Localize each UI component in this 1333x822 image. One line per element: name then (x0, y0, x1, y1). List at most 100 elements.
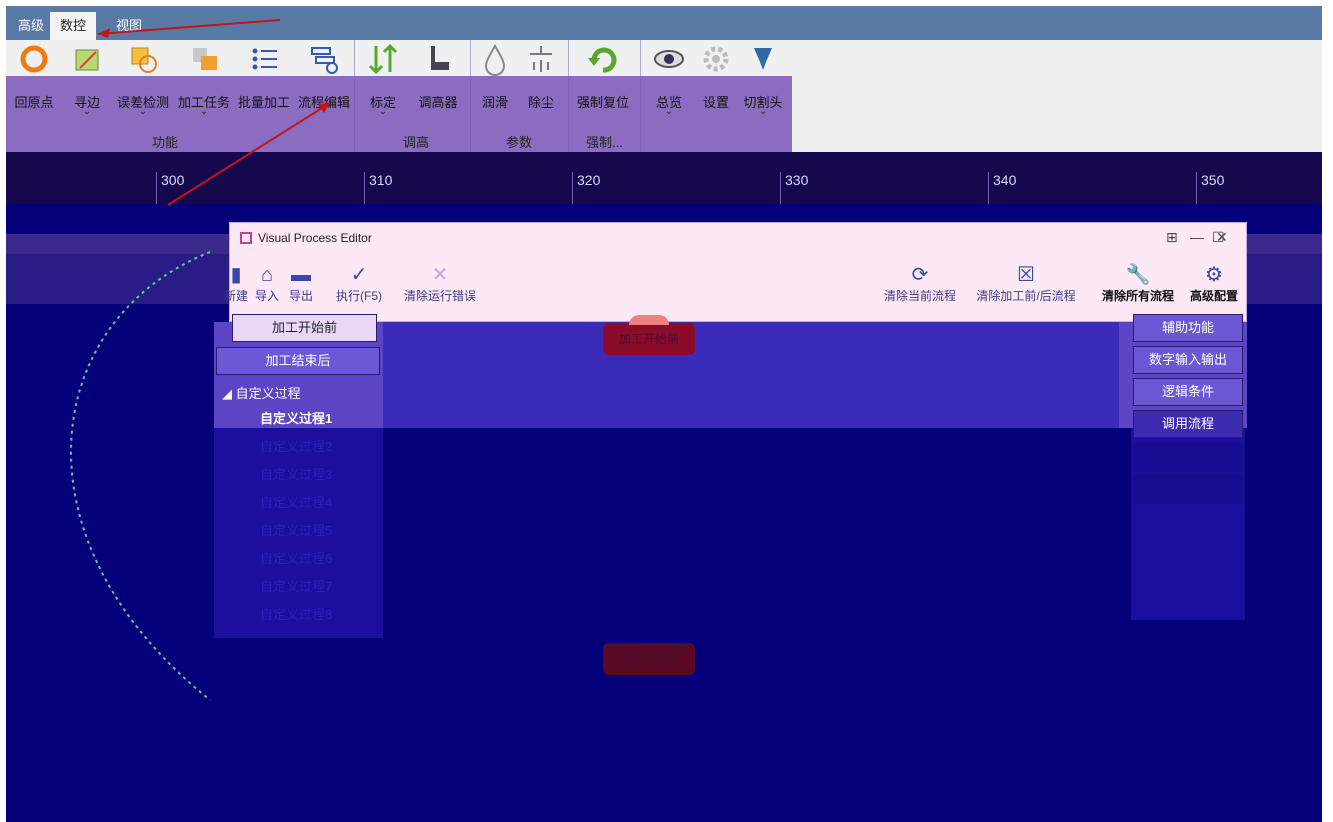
gear-icon (699, 42, 733, 76)
eye-icon (652, 42, 686, 76)
list-item[interactable]: 自定义过程4 (260, 492, 332, 511)
home-label: 回原点 (14, 95, 54, 110)
new-button[interactable]: ▮ 新建 (218, 263, 254, 304)
check-circle-icon: ✓ (350, 264, 368, 286)
list-item[interactable]: 自定义过程7 (260, 576, 332, 595)
delete-box-icon: ☒ (1017, 264, 1035, 286)
refresh-icon: ⟳ (911, 264, 929, 286)
group-label-height: 调高 (403, 135, 430, 150)
clear-pre-post-flow-label: 清除加工前/后流程 (976, 289, 1076, 303)
cutting-head-button[interactable]: 切割头 ⌄ (738, 42, 788, 122)
overview-button[interactable]: 总览 ⌄ (644, 42, 694, 122)
advanced-config-button[interactable]: ⚙ 高级配置 (1182, 263, 1246, 304)
height-adjuster-button[interactable]: 调高器 (408, 42, 468, 122)
aux-function-button[interactable]: 辅助功能 (1133, 314, 1243, 342)
window-title-text: Visual Process Editor (258, 231, 372, 245)
lubricate-icon (478, 42, 512, 76)
app-icon (240, 232, 252, 244)
list-item[interactable]: 自定义过程5 (260, 520, 332, 539)
batch-label: 批量加工 (237, 95, 290, 110)
import-button[interactable]: ⌂ 导入 (250, 263, 284, 304)
wrench-icon: 🔧 (1125, 264, 1151, 286)
ruler-tick: 350 (1196, 172, 1224, 204)
close-icon[interactable]: ✕ (1216, 229, 1228, 246)
error-detect-button[interactable]: 误差检测 ⌄ (112, 42, 174, 122)
task-button[interactable]: 加工任务 ⌄ (174, 42, 234, 122)
new-file-icon: ▮ (230, 264, 242, 286)
digital-io-button[interactable]: 数字输入输出 (1133, 346, 1243, 374)
group-divider (354, 40, 355, 152)
run-button[interactable]: ✓ 执行(F5) (328, 263, 390, 304)
list-item[interactable]: 自定义过程6 (260, 548, 332, 567)
group-label-params: 参数 (506, 135, 533, 150)
chevron-down-icon: ⌄ (199, 106, 209, 117)
dust-remove-icon (524, 42, 558, 76)
flow-edit-label: 流程编辑 (297, 95, 350, 110)
tab-advanced[interactable]: 高级 (8, 12, 54, 40)
settings-button[interactable]: 设置 (694, 42, 738, 122)
group-divider (640, 40, 641, 152)
clear-errors-label: 清除运行错误 (403, 289, 476, 303)
archive-icon: ▬ (291, 264, 311, 286)
list-item[interactable]: 自定义过程2 (260, 436, 332, 455)
flow-edit-button[interactable]: 流程编辑 (294, 42, 354, 122)
dust-remove-button[interactable]: 除尘 (518, 42, 564, 122)
cutting-head-icon (746, 42, 780, 76)
ruler-tick: 300 (156, 172, 184, 204)
clear-all-flows-button[interactable]: 🔧 清除所有流程 (1094, 263, 1182, 304)
ruler-tick: 310 (364, 172, 392, 204)
home-button[interactable]: 回原点 (6, 42, 62, 122)
calibrate-button[interactable]: 标定 ⌄ (358, 42, 408, 122)
clear-all-flows-label: 清除所有流程 (1101, 289, 1174, 303)
flow-editor-area[interactable] (383, 322, 1119, 428)
gears-icon: ⚙ (1205, 264, 1223, 286)
post-process-button[interactable]: 加工结束后 (216, 347, 380, 375)
clear-pre-post-flow-button[interactable]: ☒ 清除加工前/后流程 (970, 263, 1082, 304)
clear-errors-button[interactable]: ✕ 清除运行错误 (398, 263, 482, 304)
home-circle-icon (17, 42, 51, 76)
custom-process-group[interactable]: ◢ 自定义过程 (222, 383, 301, 402)
clear-current-flow-button[interactable]: ⟳ 清除当前流程 (878, 263, 962, 304)
ruler-tick: 320 (572, 172, 600, 204)
run-label: 执行(F5) (336, 289, 382, 303)
export-button[interactable]: ▬ 导出 (284, 263, 318, 304)
flow-end-node[interactable]: 加工结束后 (603, 643, 695, 675)
list-item[interactable]: 自定义过程1 (260, 408, 332, 427)
list-item[interactable]: 自定义过程8 (260, 604, 332, 623)
flow-start-node[interactable]: 加工开始前 (603, 315, 695, 355)
batch-list-icon (247, 42, 281, 76)
group-label-function: 功能 (152, 135, 179, 150)
calibrate-icon (366, 42, 400, 76)
ruler-tick: 330 (780, 172, 808, 204)
tab-cnc[interactable]: 数控 (50, 12, 97, 40)
lubricate-button[interactable]: 润滑 (472, 42, 518, 122)
advanced-config-label: 高级配置 (1189, 289, 1238, 303)
chevron-down-icon: ⌄ (758, 106, 768, 117)
height-adjuster-label: 调高器 (418, 95, 458, 110)
chevron-down-icon: ⌄ (82, 106, 92, 117)
group-label-force: 强制... (586, 135, 623, 150)
process-editor-window: Visual Process Editor ⊞ ― ☐ ✕ ▮ 新建 ⌂ 导入 … (224, 222, 1247, 322)
edge-find-button[interactable]: 寻边 ⌄ (62, 42, 112, 122)
window-title: Visual Process Editor (240, 231, 372, 245)
force-reset-button[interactable]: 强制复位 (572, 42, 634, 122)
expand-triangle-icon: ◢ (222, 386, 236, 401)
minimize-icon[interactable]: ― (1190, 229, 1204, 245)
height-adjuster-icon (421, 42, 455, 76)
list-item[interactable]: 自定义过程3 (260, 464, 332, 483)
task-icon (187, 42, 221, 76)
flow-end-node-label: 加工结束后 (618, 652, 679, 666)
group-divider (568, 40, 569, 152)
logic-condition-button[interactable]: 逻辑条件 (1133, 378, 1243, 406)
tab-view[interactable]: 视图 (106, 12, 152, 40)
toolbox-slot (1133, 474, 1243, 504)
pin-icon[interactable]: ⊞ (1166, 229, 1178, 246)
batch-button[interactable]: 批量加工 (234, 42, 294, 122)
node-cap (629, 315, 669, 325)
force-reset-icon (586, 42, 620, 76)
folder-open-icon: ⌂ (260, 264, 274, 286)
edge-find-icon (70, 42, 104, 76)
dust-remove-label: 除尘 (527, 95, 554, 110)
call-flow-button[interactable]: 调用流程 (1133, 410, 1243, 438)
pre-process-button[interactable]: 加工开始前 (232, 314, 377, 342)
